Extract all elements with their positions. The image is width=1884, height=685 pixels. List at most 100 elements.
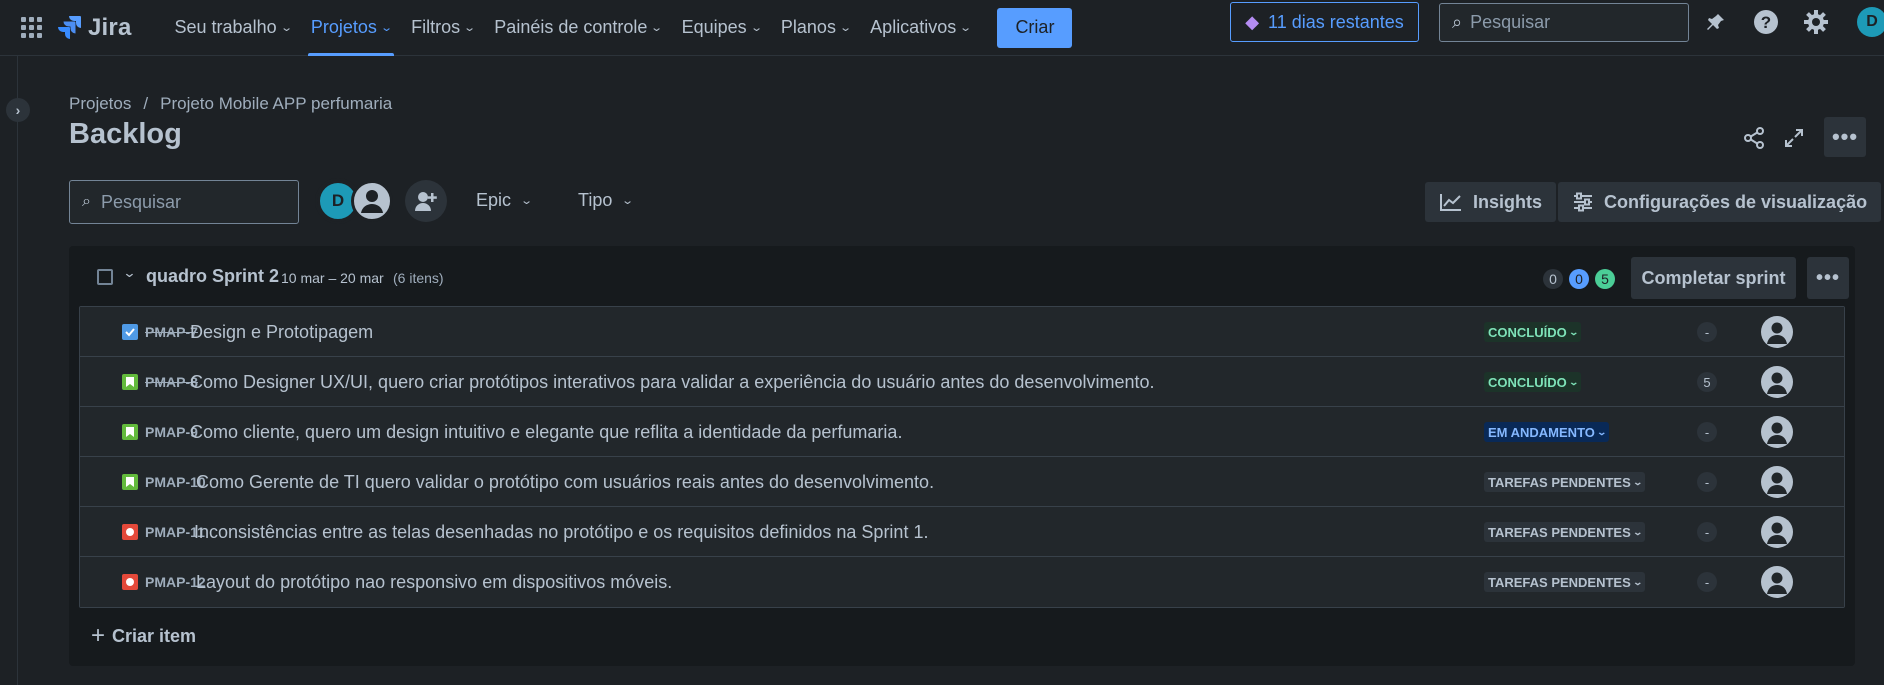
chevron-down-icon: ⌄ (1568, 326, 1579, 337)
issue-row[interactable]: PMAP-11 Inconsistências entre as telas de… (80, 507, 1844, 557)
complete-sprint-button[interactable]: Completar sprint (1631, 257, 1796, 299)
story-points-badge[interactable]: - (1697, 472, 1717, 492)
issue-summary[interactable]: Layout do protótipo nao responsivo em di… (196, 572, 672, 593)
notifications-icon[interactable] (1702, 8, 1730, 36)
breadcrumb-separator: / (143, 94, 149, 113)
diamond-icon: ◆ (1245, 11, 1260, 32)
chevron-down-icon: ⌄ (1632, 526, 1643, 537)
status-label: TAREFAS PENDENTES (1488, 574, 1631, 590)
trial-button[interactable]: ◆ 11 dias restantes (1230, 2, 1419, 42)
nav-item-label: Aplicativos (870, 17, 957, 37)
global-search-input[interactable]: ⌕ Pesquisar (1439, 3, 1689, 42)
nav-item-label: Equipes (681, 17, 747, 37)
app-switcher-icon[interactable] (21, 16, 43, 39)
assignee-avatar[interactable] (1761, 366, 1793, 398)
user-icon (1767, 322, 1787, 344)
status-dropdown[interactable]: TAREFAS PENDENTES ⌄ (1484, 572, 1646, 592)
assignee-avatar[interactable] (1761, 416, 1793, 448)
assignee-avatar[interactable] (1761, 466, 1793, 498)
share-icon[interactable] (1738, 122, 1770, 154)
fullscreen-icon[interactable] (1778, 122, 1810, 154)
nav-item-planos[interactable]: Planos ⌄ (772, 0, 859, 56)
task-checkbox-icon (122, 324, 138, 340)
user-icon (1767, 422, 1787, 444)
assignee-avatar[interactable] (1761, 316, 1793, 348)
chevron-down-icon: ⌄ (1632, 576, 1643, 587)
sprint-more-icon[interactable]: ••• (1807, 257, 1849, 299)
assignee-avatar[interactable] (1761, 566, 1793, 598)
create-button[interactable]: Criar (997, 7, 1073, 48)
chevron-down-icon: ⌄ (650, 22, 664, 34)
issue-summary[interactable]: Design e Prototipagem (190, 322, 373, 343)
backlog-search-input[interactable]: ⌕ Pesquisar (69, 180, 299, 224)
view-settings-label: Configurações de visualização (1604, 191, 1868, 212)
add-people-button[interactable] (405, 180, 447, 222)
chart-icon (1440, 194, 1461, 211)
nav-items: Seu trabalho ⌄ Projetos ⌄ Filtros ⌄ Painéis… (166, 0, 1073, 56)
issue-row[interactable]: PMAP-12 Layout do protótipo nao responsiv… (80, 557, 1844, 607)
sprint-name[interactable]: quadro Sprint 2 (146, 266, 279, 287)
issue-summary[interactable]: Como Gerente de TI quero validar o protó… (196, 472, 934, 493)
logo-text: Jira (88, 13, 132, 41)
epic-filter-dropdown[interactable]: Epic ⌄ (476, 190, 534, 211)
breadcrumb-project[interactable]: Projeto Mobile APP perfumaria (160, 94, 392, 114)
nav-item-paineis[interactable]: Painéis de controle ⌄ (485, 0, 670, 56)
avatar-filter-user[interactable] (351, 180, 393, 222)
view-settings-button[interactable]: Configurações de visualização (1558, 182, 1882, 222)
issue-row[interactable]: PMAP-9 Como cliente, quero um design intu… (80, 407, 1844, 457)
user-icon (1767, 472, 1787, 494)
insights-button[interactable]: Insights (1425, 182, 1557, 222)
issue-row[interactable]: PMAP-7 Design e Prototipagem CONCLUÍDO ⌄ - (80, 307, 1844, 357)
issue-summary[interactable]: Como cliente, quero um design intuitivo … (190, 422, 902, 443)
story-bookmark-icon (122, 374, 138, 390)
settings-gear-icon[interactable] (1802, 8, 1830, 36)
nav-item-filtros[interactable]: Filtros ⌄ (402, 0, 483, 56)
chevron-down-icon: ⌄ (279, 22, 293, 34)
jira-logo[interactable]: Jira (58, 14, 132, 42)
status-dropdown[interactable]: CONCLUÍDO ⌄ (1484, 322, 1582, 342)
status-dropdown[interactable]: CONCLUÍDO ⌄ (1484, 372, 1582, 392)
nav-item-seu-trabalho[interactable]: Seu trabalho ⌄ (166, 0, 300, 56)
status-dropdown[interactable]: TAREFAS PENDENTES ⌄ (1484, 522, 1646, 542)
expand-sidebar-chevron-icon[interactable]: › (6, 98, 30, 122)
page-title: Backlog (69, 118, 182, 150)
story-points-badge[interactable]: - (1697, 322, 1717, 342)
story-points-badge[interactable]: 5 (1697, 372, 1717, 392)
issue-row[interactable]: PMAP-8 Como Designer UX/UI, quero criar p… (80, 357, 1844, 407)
nav-item-projetos[interactable]: Projetos ⌄ (302, 0, 400, 56)
insights-label: Insights (1473, 191, 1543, 212)
chevron-down-icon: ⌄ (520, 195, 534, 207)
user-icon (1767, 522, 1787, 544)
status-label: TAREFAS PENDENTES (1488, 474, 1631, 490)
user-icon (1767, 372, 1787, 394)
nav-item-equipes[interactable]: Equipes ⌄ (673, 0, 770, 56)
story-points-badge[interactable]: - (1697, 522, 1717, 542)
create-item-button[interactable]: + Criar item (91, 622, 196, 650)
story-points-badge[interactable]: - (1697, 572, 1717, 592)
nav-item-label: Planos (780, 17, 836, 37)
breadcrumb-projetos[interactable]: Projetos (69, 94, 131, 114)
issue-summary[interactable]: Como Designer UX/UI, quero criar protóti… (190, 372, 1155, 393)
help-icon[interactable]: ? (1752, 8, 1780, 36)
user-avatar[interactable]: D (1857, 7, 1884, 37)
status-label: TAREFAS PENDENTES (1488, 524, 1631, 540)
issue-list: PMAP-7 Design e Prototipagem CONCLUÍDO ⌄ - PM… (79, 306, 1845, 608)
sprint-checkbox[interactable] (97, 269, 113, 285)
collapse-chevron-icon[interactable]: ⌄ (122, 265, 136, 281)
chevron-down-icon: ⌄ (463, 22, 477, 34)
assignee-avatar[interactable] (1761, 516, 1793, 548)
issue-row[interactable]: PMAP-10 Como Gerente de TI quero validar … (80, 457, 1844, 507)
story-bookmark-icon (122, 424, 138, 440)
more-actions-icon[interactable]: ••• (1824, 117, 1866, 157)
sidebar-rail (17, 56, 18, 685)
trial-label: 11 dias restantes (1268, 11, 1404, 32)
issue-summary[interactable]: Inconsistências entre as telas desenhada… (194, 522, 928, 543)
nav-item-aplicativos[interactable]: Aplicativos ⌄ (861, 0, 979, 56)
bug-icon (122, 524, 138, 540)
sprint-dates: 10 mar – 20 mar (281, 270, 384, 286)
status-dropdown[interactable]: TAREFAS PENDENTES ⌄ (1484, 472, 1646, 492)
type-filter-dropdown[interactable]: Tipo ⌄ (578, 190, 634, 211)
status-dropdown[interactable]: EM ANDAMENTO ⌄ (1484, 422, 1610, 442)
story-points-badge[interactable]: - (1697, 422, 1717, 442)
in-progress-count-badge: 0 (1569, 269, 1589, 289)
